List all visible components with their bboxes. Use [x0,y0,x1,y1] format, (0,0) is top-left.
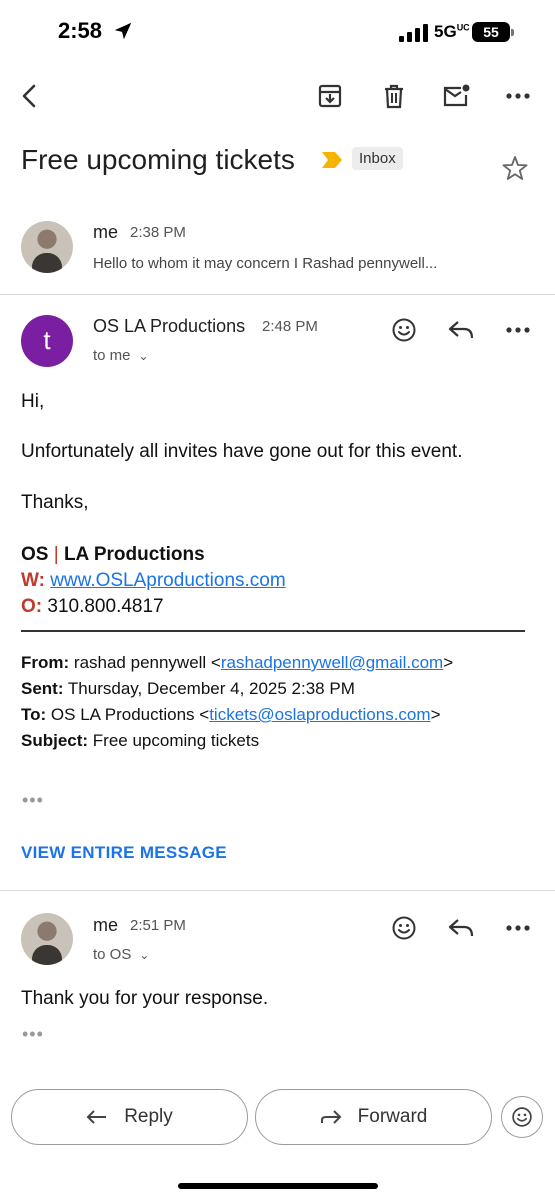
show-trimmed-content-button[interactable]: ••• [22,790,44,811]
message-time: 2:38 PM [130,224,186,241]
quoted-from: From: rashad pennywell <rashadpennywell@… [21,653,454,672]
message-time: 2:48 PM [262,318,318,335]
signal-icon [399,24,428,42]
reply-label: Reply [124,1106,173,1127]
email-link[interactable]: rashadpennywell@gmail.com [221,653,443,672]
more-icon[interactable] [502,314,534,346]
forward-icon [320,1110,342,1124]
avatar: t [21,315,73,367]
message-closing: Thanks, [21,492,89,513]
more-icon[interactable] [502,912,534,944]
office-phone[interactable]: 310.800.4817 [47,596,163,617]
thread-subject: Free upcoming tickets [21,144,295,175]
recipient-details[interactable]: to OS ⌄ [93,946,149,963]
location-arrow-icon [114,22,132,40]
signature-office: O: 310.800.4817 [21,596,164,617]
mark-unread-icon[interactable] [440,80,472,112]
back-icon[interactable] [14,80,46,112]
inbox-label[interactable]: Inbox [352,147,403,170]
important-marker-icon[interactable] [320,151,344,169]
website-link[interactable]: www.OSLAproductions.com [50,570,286,591]
recipient-details[interactable]: to me ⌄ [93,347,149,364]
reply-icon [86,1110,107,1124]
divider [0,294,555,295]
sender-name: me [93,915,119,935]
status-bar: 2:58 5GUC 55 [0,0,555,66]
archive-icon[interactable] [314,80,346,112]
message-snippet: Hello to whom it may concern I Rashad pe… [93,255,438,272]
message-body: Unfortunately all invites have gone out … [21,441,463,462]
emoji-reaction-icon[interactable] [388,912,420,944]
star-icon[interactable] [501,154,529,182]
signature-website: W: www.OSLAproductions.com [21,570,286,591]
email-link[interactable]: tickets@oslaproductions.com [209,705,430,724]
reply-icon[interactable] [445,912,477,944]
reply-button[interactable]: Reply [11,1089,248,1145]
emoji-icon [512,1107,532,1127]
delete-icon[interactable] [378,80,410,112]
more-icon[interactable] [502,80,534,112]
emoji-reaction-icon[interactable] [388,314,420,346]
home-indicator[interactable] [178,1183,378,1189]
forward-label: Forward [357,1106,428,1127]
view-entire-message-link[interactable]: VIEW ENTIRE MESSAGE [21,843,227,863]
quoted-to: To: OS LA Productions <tickets@oslaprodu… [21,705,441,724]
sender-name: OS LA Productions [93,316,246,336]
signature-company: OS | LA Productions [21,544,205,565]
divider [0,890,555,891]
emoji-reaction-button[interactable] [501,1096,543,1138]
message-time: 2:51 PM [130,917,186,934]
sender-name: me [93,222,119,242]
chevron-down-icon: ⌄ [138,349,149,363]
avatar [21,221,73,273]
reply-icon[interactable] [445,314,477,346]
signature-rule [21,630,525,632]
forward-button[interactable]: Forward [255,1089,492,1145]
battery-indicator: 55 [472,22,514,42]
show-trimmed-content-button[interactable]: ••• [22,1024,44,1045]
quoted-sent: Sent: Thursday, December 4, 2025 2:38 PM [21,679,355,698]
message-body: Thank you for your response. [21,988,269,1009]
chevron-down-icon: ⌄ [139,948,150,962]
quoted-subject: Subject: Free upcoming tickets [21,731,260,750]
avatar [21,913,73,965]
status-time: 2:58 [58,18,103,43]
network-indicator: 5GUC [434,22,470,41]
message-greeting: Hi, [21,391,45,412]
